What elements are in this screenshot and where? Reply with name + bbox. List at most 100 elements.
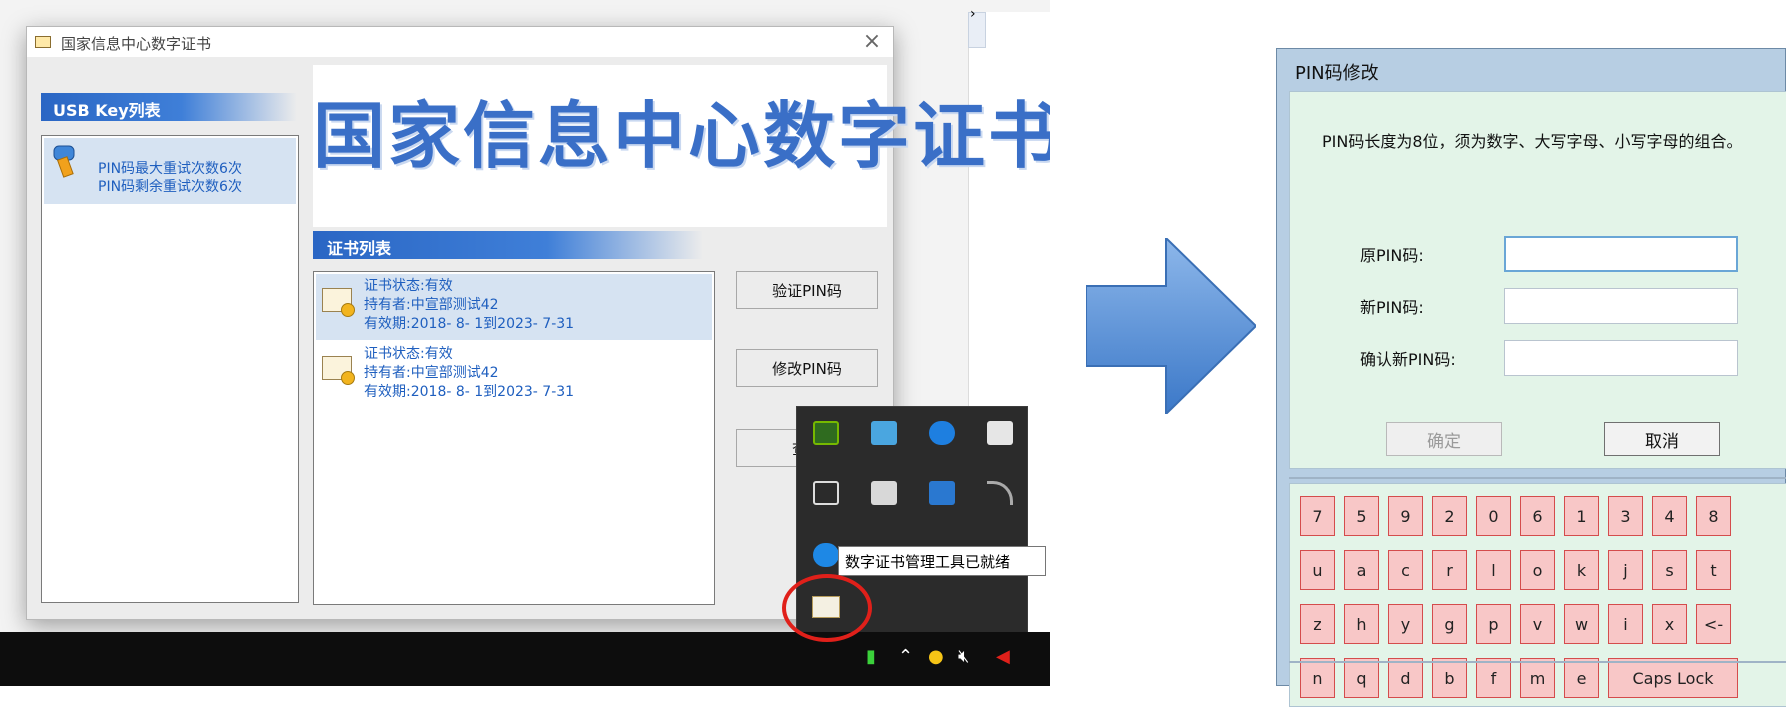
tray-tooltip: 数字证书管理工具已就绪 bbox=[838, 546, 1046, 576]
usb-drive-icon[interactable] bbox=[813, 481, 839, 505]
cert-manager-window: 国家信息中心数字证书 × USB Key列表 PIN码最大重试次数6次 PIN码… bbox=[26, 26, 1050, 620]
pin-form-panel: PIN码长度为8位，须为数字、大写字母、小写字母的组合。 原PIN码: 新PIN… bbox=[1289, 91, 1786, 469]
keypad-key[interactable]: 5 bbox=[1344, 496, 1379, 536]
pin-modify-dialog: PIN码修改 PIN码长度为8位，须为数字、大写字母、小写字母的组合。 原PIN… bbox=[1276, 48, 1786, 707]
new-pin-input[interactable] bbox=[1504, 288, 1738, 324]
keypad-key[interactable]: w bbox=[1564, 604, 1599, 644]
cert-list-item[interactable]: 证书状态:有效 持有者:中宣部测试42 有效期:2018- 8- 1到2023-… bbox=[316, 342, 712, 408]
arrow-right-icon bbox=[1086, 238, 1256, 414]
keypad-key[interactable]: d bbox=[1388, 658, 1423, 698]
cert-validity: 有效期:2018- 8- 1到2023- 7-31 bbox=[364, 316, 575, 332]
security-shield-icon[interactable] bbox=[987, 421, 1013, 445]
usb-key-list: PIN码最大重试次数6次 PIN码剩余重试次数6次 bbox=[41, 135, 299, 603]
modify-pin-button[interactable]: 修改PIN码 bbox=[736, 349, 878, 387]
dialog-title: PIN码修改 bbox=[1295, 63, 1379, 84]
cancel-button[interactable]: 取消 bbox=[1604, 422, 1720, 456]
close-icon[interactable]: × bbox=[859, 29, 885, 54]
keypad-key[interactable]: x bbox=[1652, 604, 1687, 644]
keypad-key[interactable]: u bbox=[1300, 550, 1335, 590]
device-icon[interactable] bbox=[929, 481, 955, 505]
backspace-key[interactable]: <- bbox=[1696, 604, 1731, 644]
caps-lock-key[interactable]: Caps Lock bbox=[1608, 658, 1738, 698]
pin-max-retry-text: PIN码最大重试次数6次 bbox=[98, 161, 242, 177]
taskbar bbox=[0, 632, 1050, 686]
usb-key-item[interactable]: PIN码最大重试次数6次 PIN码剩余重试次数6次 bbox=[44, 138, 296, 204]
verify-pin-button[interactable]: 验证PIN码 bbox=[736, 271, 878, 309]
confirm-pin-input[interactable] bbox=[1504, 340, 1738, 376]
network-app-icon[interactable] bbox=[871, 421, 897, 445]
bluetooth-icon[interactable] bbox=[929, 421, 955, 445]
app-tray-icon[interactable] bbox=[813, 543, 839, 567]
keypad-key[interactable]: 4 bbox=[1652, 496, 1687, 536]
keypad-key[interactable]: f bbox=[1476, 658, 1511, 698]
cert-validity: 有效期:2018- 8- 1到2023- 7-31 bbox=[364, 384, 575, 400]
keypad-key[interactable]: t bbox=[1696, 550, 1731, 590]
usb-key-icon bbox=[53, 145, 75, 178]
keypad-key[interactable]: e bbox=[1564, 658, 1599, 698]
keypad-key[interactable]: c bbox=[1388, 550, 1423, 590]
wifi-icon[interactable] bbox=[987, 481, 1013, 505]
divider bbox=[1289, 661, 1786, 663]
keypad-key[interactable]: 1 bbox=[1564, 496, 1599, 536]
old-pin-input[interactable] bbox=[1504, 236, 1738, 272]
pin-rule-description: PIN码长度为8位，须为数字、大写字母、小写字母的组合。 bbox=[1322, 132, 1743, 151]
chevron-up-icon[interactable]: ⌃ bbox=[898, 646, 913, 667]
keypad-key[interactable]: a bbox=[1344, 550, 1379, 590]
keypad-key[interactable]: k bbox=[1564, 550, 1599, 590]
cert-holder: 持有者:中宣部测试42 bbox=[364, 365, 499, 381]
keypad-key[interactable]: y bbox=[1388, 604, 1423, 644]
keypad-key[interactable]: r bbox=[1432, 550, 1467, 590]
new-pin-label: 新PIN码: bbox=[1360, 298, 1424, 317]
keypad-key[interactable]: 3 bbox=[1608, 496, 1643, 536]
keypad-key[interactable]: 7 bbox=[1300, 496, 1335, 536]
window-title: 国家信息中心数字证书 bbox=[61, 35, 212, 53]
keypad-key[interactable]: b bbox=[1432, 658, 1467, 698]
battery-icon[interactable]: ▮ bbox=[866, 646, 876, 667]
confirm-pin-label: 确认新PIN码: bbox=[1360, 350, 1456, 369]
keypad-key[interactable]: o bbox=[1520, 550, 1555, 590]
display-icon[interactable] bbox=[871, 481, 897, 505]
keypad-key[interactable]: 0 bbox=[1476, 496, 1511, 536]
cert-list: 证书状态:有效 持有者:中宣部测试42 有效期:2018- 8- 1到2023-… bbox=[313, 271, 715, 605]
divider bbox=[1289, 477, 1786, 479]
window-titlebar: 国家信息中心数字证书 × bbox=[27, 27, 893, 57]
keypad-key[interactable]: h bbox=[1344, 604, 1379, 644]
add-circle-icon[interactable]: ● bbox=[928, 646, 944, 667]
pin-remaining-retry-text: PIN码剩余重试次数6次 bbox=[98, 179, 242, 195]
usb-key-list-title: USB Key列表 bbox=[53, 101, 161, 120]
certificate-icon bbox=[322, 356, 355, 385]
usb-key-list-header: USB Key列表 bbox=[41, 93, 297, 121]
keypad-key[interactable]: n bbox=[1300, 658, 1335, 698]
confirm-button[interactable]: 确定 bbox=[1386, 422, 1502, 456]
cert-list-item[interactable]: 证书状态:有效 持有者:中宣部测试42 有效期:2018- 8- 1到2023-… bbox=[316, 274, 712, 340]
keypad-key[interactable]: s bbox=[1652, 550, 1687, 590]
keypad-key[interactable]: p bbox=[1476, 604, 1511, 644]
brand-banner: 国家信息中心数字证书 bbox=[313, 65, 1050, 227]
keypad-key[interactable]: 9 bbox=[1388, 496, 1423, 536]
keypad-key[interactable]: 6 bbox=[1520, 496, 1555, 536]
keypad-key[interactable]: j bbox=[1608, 550, 1643, 590]
keypad-key[interactable]: l bbox=[1476, 550, 1511, 590]
keypad-key[interactable]: i bbox=[1608, 604, 1643, 644]
keypad-key[interactable]: 2 bbox=[1432, 496, 1467, 536]
keypad-key[interactable]: q bbox=[1344, 658, 1379, 698]
certificate-app-icon bbox=[35, 36, 51, 48]
keypad-key[interactable]: g bbox=[1432, 604, 1467, 644]
cert-status: 证书状态:有效 bbox=[364, 278, 453, 294]
keypad-key[interactable]: z bbox=[1300, 604, 1335, 644]
keypad-key[interactable]: v bbox=[1520, 604, 1555, 644]
desktop-screenshot: › 国家信息中心数字证书 × USB Key列表 PIN码最大重试次数6次 PI… bbox=[0, 0, 1050, 686]
cert-status: 证书状态:有效 bbox=[364, 346, 453, 362]
speaker-muted-icon[interactable]: 🔇︎ bbox=[958, 646, 969, 667]
keypad-key[interactable]: m bbox=[1520, 658, 1555, 698]
volume-icon[interactable]: ◀ bbox=[996, 646, 1010, 667]
keypad-key[interactable]: 8 bbox=[1696, 496, 1731, 536]
certificate-icon bbox=[322, 288, 355, 317]
virtual-keypad: 7 5 9 2 0 6 1 3 4 8 u a c r l o k j s t … bbox=[1289, 483, 1786, 707]
highlight-circle bbox=[782, 574, 872, 642]
cert-holder: 持有者:中宣部测试42 bbox=[364, 297, 499, 313]
cert-list-title: 证书列表 bbox=[327, 239, 392, 258]
chevron-right-icon[interactable]: › bbox=[970, 6, 976, 22]
nvidia-icon[interactable] bbox=[813, 421, 839, 445]
brand-banner-text: 国家信息中心数字证书 bbox=[313, 93, 1050, 178]
